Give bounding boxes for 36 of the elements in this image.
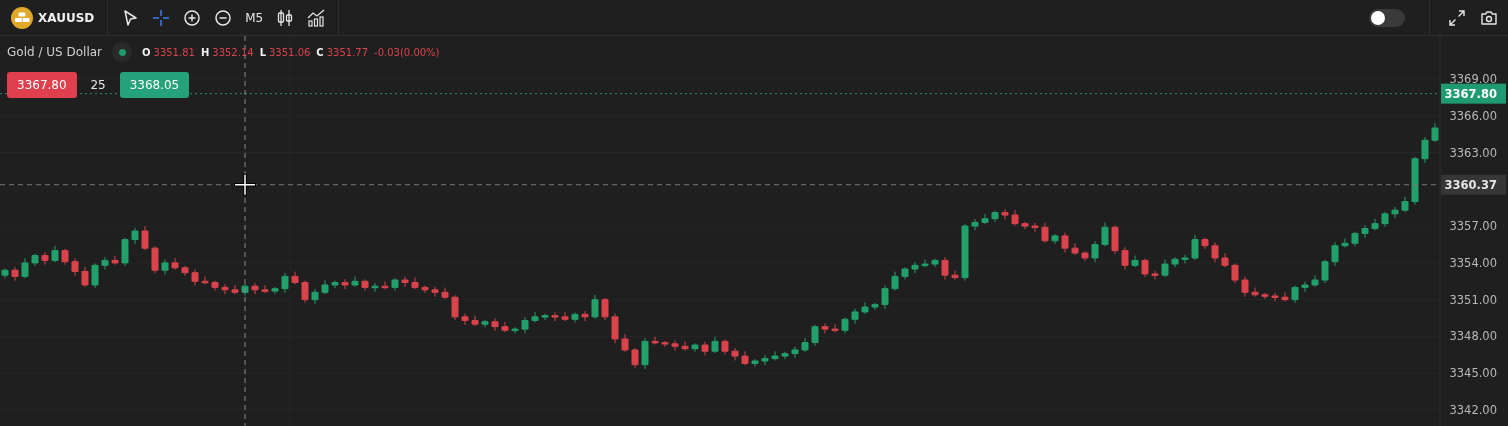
price-tick-label: 3348.00 [1449,329,1497,344]
zoom-out-icon[interactable] [214,8,233,27]
timeframe-button[interactable]: M5 [245,10,264,25]
camera-icon[interactable] [1480,8,1498,27]
ohlc-label: C [316,46,324,58]
indicators-icon[interactable] [307,8,326,27]
price-label: 3360.37 [1441,174,1506,195]
price-tick-label: 3369.00 [1449,71,1497,86]
bars-logo-icon [11,6,33,29]
price-tick-label: 3366.00 [1449,108,1497,123]
pointer-icon[interactable] [121,8,140,27]
spread-value: 25 [89,78,107,92]
sell-button[interactable]: 3367.80 [7,72,77,98]
candlestick-icon[interactable] [276,8,295,27]
ohlc-value: 3351.77 [326,46,369,58]
price-tick-label: 3345.00 [1449,366,1497,381]
toggle-switch[interactable] [1369,8,1405,27]
price-change: -0.03(0.00%) [374,46,440,58]
fullscreen-icon[interactable] [1448,8,1466,27]
instrument-name: Gold / US Dollar [7,45,102,59]
symbol-name[interactable]: XAUUSD [38,10,95,25]
ohlc-label: O [142,46,151,58]
ohlc-label: H [200,46,210,58]
ohlc-value: 3351.06 [269,46,311,58]
ohlc-value: 3351.81 [153,46,195,58]
price-label: 3367.80 [1441,83,1506,104]
price-tick-label: 3357.00 [1449,219,1497,234]
crosshair-cursor-icon [232,172,258,198]
ohlc-label: L [259,46,266,58]
zoom-in-icon[interactable] [183,8,202,27]
ohlc-value: 3352.14 [212,46,254,58]
crosshair-icon[interactable] [152,8,171,27]
price-tick-label: 3342.00 [1449,403,1497,418]
price-tick-label: 3351.00 [1449,292,1497,307]
price-tick-label: 3363.00 [1449,145,1497,160]
price-tick-label: 3354.00 [1449,255,1497,270]
